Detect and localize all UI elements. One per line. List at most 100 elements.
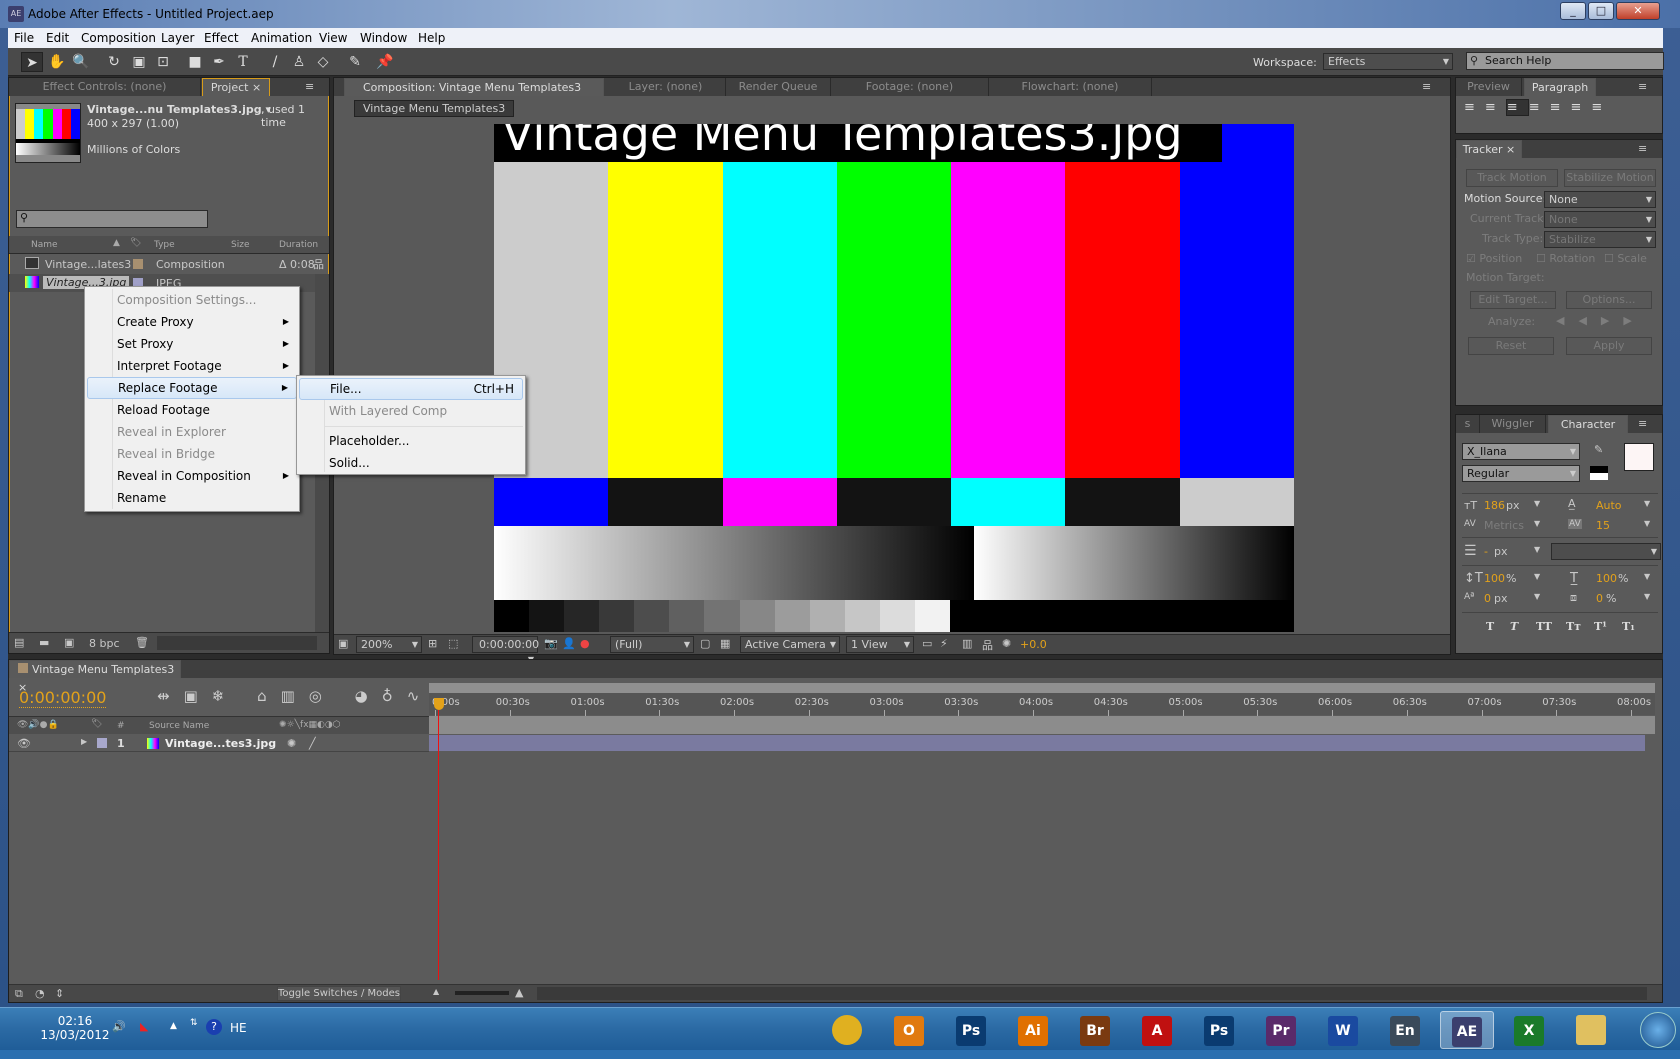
- minimize-button[interactable]: _: [1560, 2, 1586, 20]
- snapshot-icon[interactable]: 📷: [544, 637, 558, 650]
- menu-item-rename[interactable]: Rename: [87, 487, 297, 509]
- track-type-dropdown[interactable]: Stabilize: [1544, 231, 1656, 248]
- composition-canvas[interactable]: Vintage Menu Templates3.jpg: [494, 124, 1294, 632]
- leading-dropdown-arrow[interactable]: ▼: [1644, 499, 1650, 508]
- current-time-field[interactable]: 0:00:00:00: [472, 636, 539, 667]
- new-composition-icon[interactable]: ▣: [64, 636, 74, 649]
- eye-icon[interactable]: 👁: [17, 737, 31, 750]
- apply-button[interactable]: Apply: [1566, 337, 1652, 355]
- switch-icons[interactable]: ✺☼╲fx▦◐◑⬡: [279, 720, 341, 730]
- flowchart-icon[interactable]: 品: [982, 637, 993, 653]
- menu-item-reveal-in-bridge[interactable]: Reveal in Bridge: [87, 443, 297, 465]
- stroke-width-value[interactable]: -: [1484, 545, 1488, 558]
- region-of-interest-icon[interactable]: ▢: [700, 637, 710, 650]
- tab-preview[interactable]: Preview: [1456, 78, 1522, 96]
- tab-render-queue[interactable]: Render Queue: [726, 78, 831, 96]
- baseline-shift-arrow[interactable]: ▼: [1534, 592, 1540, 601]
- eyedropper-icon[interactable]: ✎: [1594, 443, 1603, 456]
- menu-item-set-proxy[interactable]: Set Proxy ▶: [87, 333, 297, 355]
- menu-item-reveal-in-explorer[interactable]: Reveal in Explorer: [87, 421, 297, 443]
- pan-behind-tool-icon[interactable]: ⊡: [152, 52, 174, 72]
- col-size[interactable]: Size: [231, 240, 249, 250]
- baseline-shift-value[interactable]: 0: [1484, 592, 1491, 605]
- work-area-bar[interactable]: [429, 683, 1655, 693]
- brush-tool-icon[interactable]: /: [264, 52, 286, 72]
- menu-view[interactable]: View: [319, 31, 347, 45]
- eraser-tool-icon[interactable]: ◇: [312, 52, 334, 72]
- tab-tracker[interactable]: Tracker ×: [1456, 140, 1522, 158]
- menu-animation[interactable]: Animation: [251, 31, 312, 45]
- tab-layer[interactable]: Layer: (none): [606, 78, 726, 96]
- stroke-style-dropdown[interactable]: [1551, 543, 1661, 560]
- superscript-button[interactable]: T¹: [1594, 620, 1607, 633]
- delete-icon[interactable]: 🗑: [135, 636, 149, 649]
- type-tool-icon[interactable]: T: [232, 52, 254, 72]
- col-duration[interactable]: Duration: [279, 240, 318, 250]
- always-preview-icon[interactable]: ▣: [338, 637, 348, 650]
- menu-item-create-proxy[interactable]: Create Proxy ▶: [87, 311, 297, 333]
- grid-guides-icon[interactable]: ⊞: [428, 637, 437, 650]
- search-help-input[interactable]: Search Help: [1466, 52, 1664, 70]
- panel-menu-icon[interactable]: ≡: [1638, 142, 1647, 155]
- taskbar-bridge[interactable]: Br: [1068, 1011, 1122, 1049]
- current-time-display[interactable]: 0:00:00:00: [19, 688, 107, 708]
- tray-app-icon[interactable]: ◣: [140, 1020, 148, 1033]
- toggle-switches-modes-button[interactable]: Toggle Switches / Modes: [277, 986, 401, 1001]
- tab-project[interactable]: Project ×: [202, 78, 270, 96]
- horizontal-scrollbar[interactable]: [157, 636, 317, 650]
- exposure-value[interactable]: +0.0: [1020, 638, 1047, 651]
- toggle-modes-icon[interactable]: ◔: [35, 987, 45, 1000]
- font-size-value[interactable]: 186: [1484, 499, 1505, 512]
- camera-tool-icon[interactable]: ▣: [128, 52, 150, 72]
- taskbar-illustrator[interactable]: Ai: [1006, 1011, 1060, 1049]
- footage-name[interactable]: Vintage...nu Templates3.jpg ▾: [87, 103, 271, 116]
- pixel-aspect-icon[interactable]: ▭: [922, 637, 932, 650]
- language-indicator[interactable]: HE: [230, 1021, 247, 1035]
- hand-tool-icon[interactable]: ✋: [46, 52, 68, 72]
- shy-switch-icon[interactable]: ✺: [287, 737, 296, 750]
- subscript-button[interactable]: T₁: [1622, 620, 1635, 633]
- submenu-item-solid[interactable]: Solid...: [299, 452, 523, 474]
- analyze-buttons[interactable]: ◀◀▶▶: [1556, 314, 1646, 327]
- vertical-scale-value[interactable]: 100: [1484, 572, 1505, 585]
- network-icon[interactable]: ⇅: [190, 1018, 198, 1028]
- menu-item-reveal-in-composition[interactable]: Reveal in Composition ▶: [87, 465, 297, 487]
- new-folder-icon[interactable]: ▬: [39, 636, 49, 649]
- start-button[interactable]: [1640, 1012, 1676, 1048]
- rotation-checkbox[interactable]: ☐ Rotation: [1536, 252, 1595, 265]
- layer-name[interactable]: Vintage...tes3.jpg: [165, 737, 276, 750]
- timeline-icon[interactable]: ▥: [962, 637, 972, 650]
- label-color-swatch[interactable]: [133, 259, 143, 269]
- expand-arrow-icon[interactable]: ▶: [81, 737, 87, 746]
- timeline-switches-icons[interactable]: ⇹▣❄ ⌂▥◎ ◕♁∿: [157, 687, 433, 705]
- taskbar-acrobat[interactable]: A: [1130, 1011, 1184, 1049]
- all-caps-button[interactable]: TT: [1536, 620, 1552, 633]
- label-tag-icon[interactable]: 🏷: [91, 719, 102, 729]
- col-source-name[interactable]: Source Name: [149, 721, 209, 731]
- transparency-grid-icon[interactable]: ▦: [720, 637, 730, 650]
- tab-effect-controls[interactable]: Effect Controls: (none): [9, 78, 201, 96]
- font-family-dropdown[interactable]: X_Ilana: [1462, 443, 1580, 460]
- reset-button[interactable]: Reset: [1468, 337, 1554, 355]
- taskbar-photoshop[interactable]: Ps: [944, 1011, 998, 1049]
- maximize-button[interactable]: □: [1588, 2, 1614, 20]
- taskbar-encore[interactable]: En: [1378, 1011, 1432, 1049]
- zoom-out-icon[interactable]: ▲: [433, 987, 439, 996]
- magnification-dropdown[interactable]: 200%: [356, 636, 422, 653]
- timeline-zoom-slider[interactable]: [455, 991, 509, 995]
- tab-partial[interactable]: s: [1456, 415, 1480, 433]
- menu-item-reload-footage[interactable]: Reload Footage: [87, 399, 297, 421]
- tab-footage[interactable]: Footage: (none): [831, 78, 989, 96]
- tab-paragraph[interactable]: Paragraph: [1524, 78, 1596, 96]
- menu-item-replace-footage[interactable]: Replace Footage ▶: [87, 377, 297, 399]
- menu-item-interpret-footage[interactable]: Interpret Footage ▶: [87, 355, 297, 377]
- stroke-width-dropdown-arrow[interactable]: ▼: [1534, 545, 1540, 554]
- taskbar-premiere[interactable]: Pr: [1254, 1011, 1308, 1049]
- faux-bold-button[interactable]: T: [1486, 620, 1494, 633]
- kerning-dropdown-arrow[interactable]: ▼: [1534, 519, 1540, 528]
- taskbar-outlook[interactable]: O: [882, 1011, 936, 1049]
- tracking-value[interactable]: 15: [1596, 519, 1610, 532]
- tab-character[interactable]: Character: [1548, 415, 1628, 433]
- small-caps-button[interactable]: Tт: [1566, 620, 1581, 633]
- timeline-scrollbar[interactable]: [537, 987, 1647, 1000]
